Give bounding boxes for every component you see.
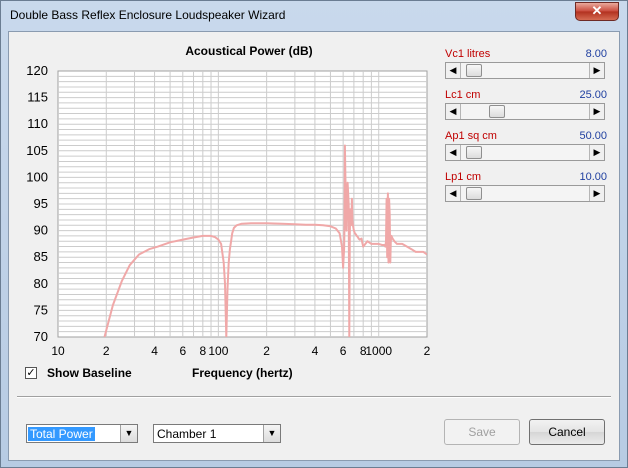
dialog-client-area: Acoustical Power (dB) 70 75 80 85 90 95 100 105… (8, 31, 620, 461)
y-tick-label: 120 (26, 63, 48, 78)
slider-label: Ap1 sq cm (445, 130, 497, 142)
arrow-right-icon[interactable]: ▶ (589, 145, 604, 160)
acoustical-power-chart: 70758085909510010511011512010 2 4 6 8 100 2 4 6 8… (26, 63, 431, 358)
arrow-left-icon[interactable]: ◀ (446, 145, 461, 160)
slider-thumb[interactable] (465, 146, 482, 159)
y-tick-label: 115 (27, 90, 48, 105)
slider-label: Lc1 cm (445, 89, 481, 101)
x-tick-label: 6 (179, 344, 186, 358)
slider-value: 50.00 (579, 130, 607, 142)
slider-lc1: Lc1 cm 25.00 ◀ ▶ (445, 89, 607, 129)
y-tick-label: 70 (34, 329, 48, 344)
chamber-select-value: Chamber 1 (157, 427, 217, 441)
y-tick-label: 85 (34, 249, 48, 264)
chevron-down-icon[interactable]: ▼ (120, 425, 137, 442)
slider-scrollbar[interactable]: ◀ ▶ (445, 144, 605, 161)
slider-thumb[interactable] (465, 64, 482, 77)
slider-label: Lp1 cm (445, 171, 482, 183)
x-tick-label: 2 (103, 344, 110, 358)
chamber-select[interactable]: Chamber 1 ▼ (153, 424, 281, 443)
x-tick-label: 4 (312, 344, 319, 358)
x-tick-label: 6 (340, 344, 347, 358)
y-tick-label: 105 (26, 143, 48, 158)
slider-scrollbar[interactable]: ◀ ▶ (445, 62, 605, 79)
arrow-right-icon[interactable]: ▶ (589, 186, 604, 201)
x-axis-title: Frequency (hertz) (192, 366, 293, 380)
slider-value: 10.00 (579, 171, 607, 183)
x-tick-label: 2 (263, 344, 270, 358)
measure-select-value: Total Power (28, 427, 95, 441)
window-title: Double Bass Reflex Enclosure Loudspeaker… (10, 8, 286, 22)
slider-thumb[interactable] (465, 187, 482, 200)
slider-scrollbar[interactable]: ◀ ▶ (445, 103, 605, 120)
save-button[interactable]: Save (444, 419, 520, 445)
arrow-left-icon[interactable]: ◀ (446, 186, 461, 201)
close-button[interactable]: ✕ (575, 2, 619, 21)
slider-label: Vc1 litres (445, 48, 491, 60)
arrow-right-icon[interactable]: ▶ (589, 104, 604, 119)
cancel-button[interactable]: Cancel (529, 419, 605, 445)
x-tick-label: 10 (51, 344, 65, 358)
wizard-window: Double Bass Reflex Enclosure Loudspeaker… (0, 0, 628, 468)
arrow-left-icon[interactable]: ◀ (446, 104, 461, 119)
measure-select[interactable]: Total Power ▼ (26, 424, 138, 443)
chevron-down-icon[interactable]: ▼ (263, 425, 280, 442)
slider-ap1: Ap1 sq cm 50.00 ◀ ▶ (445, 130, 607, 170)
title-bar[interactable]: Double Bass Reflex Enclosure Loudspeaker… (1, 1, 627, 31)
separator-line (17, 396, 611, 398)
slider-vc1: Vc1 litres 8.00 ◀ ▶ (445, 48, 607, 88)
show-baseline-label: Show Baseline (47, 366, 132, 380)
x-tick-label: 4 (151, 344, 158, 358)
slider-scrollbar[interactable]: ◀ ▶ (445, 185, 605, 202)
slider-thumb[interactable] (488, 105, 505, 118)
y-tick-label: 95 (34, 196, 48, 211)
show-baseline-checkbox[interactable]: ✓ (25, 367, 37, 379)
slider-lp1: Lp1 cm 10.00 ◀ ▶ (445, 171, 607, 211)
arrow-right-icon[interactable]: ▶ (589, 63, 604, 78)
x-tick-label: 2 (424, 344, 431, 358)
slider-value: 8.00 (585, 48, 607, 60)
arrow-left-icon[interactable]: ◀ (446, 63, 461, 78)
check-mark-icon: ✓ (26, 367, 36, 379)
y-tick-label: 100 (26, 169, 48, 184)
x-tick-label: 1000 (365, 344, 392, 358)
y-tick-label: 110 (27, 116, 48, 131)
y-tick-label: 90 (34, 223, 48, 238)
close-icon: ✕ (591, 3, 603, 18)
y-tick-label: 80 (34, 276, 48, 291)
y-tick-label: 75 (34, 302, 48, 317)
x-tick-label: 8 (199, 344, 206, 358)
x-tick-label: 100 (208, 344, 228, 358)
slider-value: 25.00 (579, 89, 607, 101)
